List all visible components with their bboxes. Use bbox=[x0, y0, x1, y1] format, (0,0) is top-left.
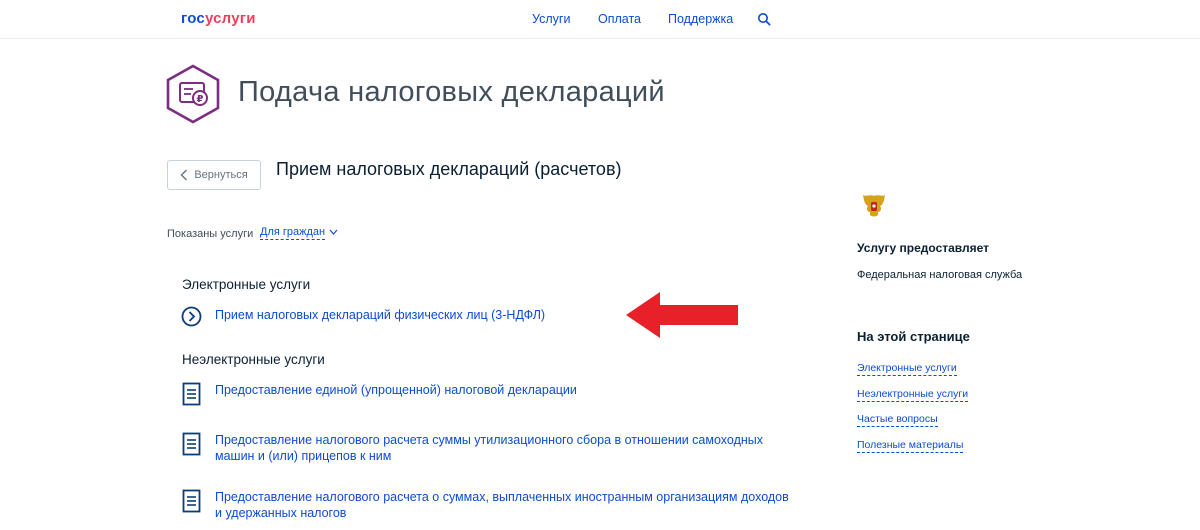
section-electronic-heading: Электронные услуги bbox=[182, 277, 311, 292]
audience-filter-dropdown[interactable]: Для граждан bbox=[260, 226, 326, 240]
tax-declaration-icon: ₽ bbox=[166, 64, 220, 124]
page-title: Подача налоговых деклараций bbox=[238, 76, 665, 108]
page-subtitle: Прием налоговых деклараций (расчетов) bbox=[276, 159, 622, 179]
service-link-foreign-income[interactable]: Предоставление налогового расчета о сумм… bbox=[215, 489, 795, 521]
back-button-label: Вернуться bbox=[194, 169, 248, 181]
document-icon bbox=[182, 489, 201, 513]
section-non-electronic-heading: Неэлектронные услуги bbox=[182, 352, 325, 367]
filter-label: Показаны услуги bbox=[167, 228, 254, 240]
provider-heading: Услугу предоставляет bbox=[857, 241, 990, 255]
top-header: госуслуги Услуги Оплата Поддержка bbox=[0, 0, 1200, 39]
onpage-link-electronic[interactable]: Электронные услуги bbox=[857, 362, 957, 376]
nav-support[interactable]: Поддержка bbox=[668, 12, 733, 26]
onpage-link-faq[interactable]: Частые вопросы bbox=[857, 413, 938, 427]
nav-services[interactable]: Услуги bbox=[532, 12, 570, 26]
coat-of-arms-icon bbox=[863, 195, 885, 217]
on-this-page-heading: На этой странице bbox=[857, 329, 970, 344]
service-link-recycling-fee[interactable]: Предоставление налогового расчета суммы … bbox=[215, 432, 795, 464]
red-arrow-pointer-icon bbox=[626, 292, 738, 338]
svg-text:₽: ₽ bbox=[197, 94, 204, 105]
chevron-left-icon bbox=[180, 169, 188, 181]
logo-part-1: гос bbox=[181, 10, 205, 27]
circle-chevron-right-icon[interactable] bbox=[181, 306, 202, 327]
provider-name: Федеральная налоговая служба bbox=[857, 269, 1023, 281]
logo-part-2: услуги bbox=[204, 10, 256, 27]
document-icon bbox=[182, 382, 201, 406]
search-icon[interactable] bbox=[757, 12, 771, 26]
service-link-unified-declaration[interactable]: Предоставление единой (упрощенной) налог… bbox=[215, 382, 795, 398]
gosuslugi-logo[interactable]: госуслуги bbox=[181, 10, 256, 27]
onpage-link-materials[interactable]: Полезные материалы bbox=[857, 439, 964, 453]
document-icon bbox=[182, 432, 201, 456]
chevron-down-icon[interactable] bbox=[329, 229, 338, 235]
onpage-link-non-electronic[interactable]: Неэлектронные услуги bbox=[857, 388, 969, 402]
back-button[interactable]: Вернуться bbox=[167, 160, 261, 190]
nav-payment[interactable]: Оплата bbox=[598, 12, 641, 26]
